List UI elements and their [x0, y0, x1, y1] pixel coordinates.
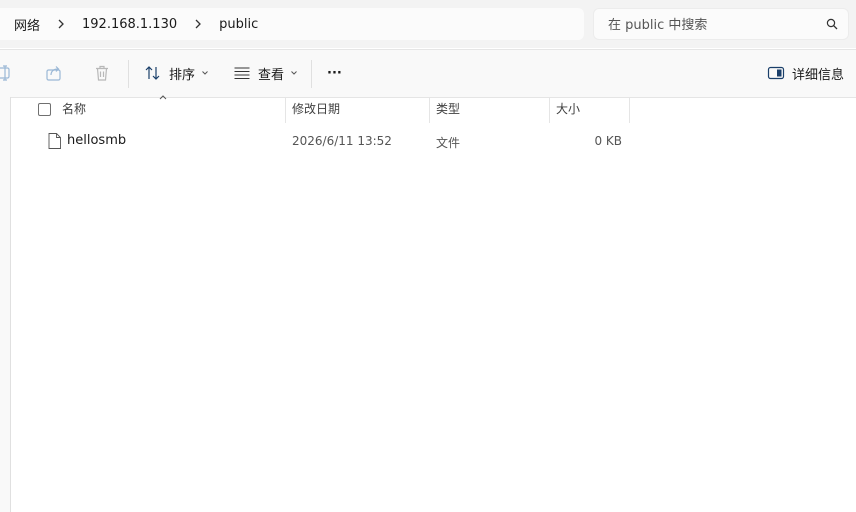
column-type[interactable]: 类型 [436, 97, 460, 123]
delete-icon[interactable] [93, 64, 111, 82]
sort-label: 排序 [169, 67, 196, 83]
select-all-checkbox[interactable] [38, 103, 51, 116]
chevron-right-icon[interactable] [191, 17, 205, 31]
column-divider[interactable] [549, 97, 550, 123]
file-size: 0 KB [594, 134, 622, 148]
breadcrumb-item-host[interactable]: 192.168.1.130 [78, 17, 181, 32]
details-pane-button[interactable]: 详细信息 [767, 60, 844, 86]
view-list-icon [234, 67, 250, 80]
column-divider[interactable] [629, 97, 630, 123]
chevron-right-icon[interactable] [54, 17, 68, 31]
navigation-pane[interactable] [0, 97, 11, 512]
column-modified[interactable]: 修改日期 [292, 97, 340, 123]
breadcrumb-item-network[interactable]: 网络 [10, 15, 44, 34]
chevron-down-icon [291, 71, 297, 75]
column-divider[interactable] [285, 97, 286, 123]
toolbar-separator [311, 60, 312, 88]
breadcrumb-item-public[interactable]: public [215, 17, 262, 32]
column-divider[interactable] [429, 97, 430, 123]
details-label: 详细信息 [792, 67, 845, 83]
view-button[interactable]: 查看 [233, 60, 298, 86]
file-name[interactable]: hellosmb [67, 133, 126, 148]
sort-ascending-icon [159, 95, 167, 100]
sort-icon [145, 66, 160, 80]
share-icon[interactable] [45, 64, 63, 82]
more-options-icon: ··· [327, 65, 342, 81]
command-bar: 排序 查看 ··· 详细信息 [0, 49, 856, 98]
rename-icon[interactable] [0, 64, 12, 82]
file-icon [48, 133, 61, 149]
file-modified: 2026/6/11 13:52 [292, 134, 392, 148]
search-icon[interactable] [826, 18, 838, 30]
search-input[interactable] [606, 9, 820, 41]
address-bar-area: 网络 192.168.1.130 public [0, 0, 856, 48]
search-box[interactable] [593, 8, 849, 41]
breadcrumb[interactable]: 网络 192.168.1.130 public [0, 8, 584, 40]
toolbar-separator [128, 60, 129, 88]
more-options-button[interactable]: ··· [327, 60, 342, 86]
file-row[interactable]: hellosmb 2026/6/11 13:52 文件 0 KB [10, 128, 630, 154]
chevron-down-icon [202, 71, 208, 75]
column-name[interactable]: 名称 [62, 97, 86, 123]
column-header: 名称 修改日期 类型 大小 [10, 95, 856, 123]
file-type: 文件 [436, 136, 461, 150]
column-size[interactable]: 大小 [556, 97, 580, 123]
details-pane-icon [767, 66, 785, 80]
sort-button[interactable]: 排序 [144, 60, 209, 86]
view-label: 查看 [258, 67, 285, 83]
